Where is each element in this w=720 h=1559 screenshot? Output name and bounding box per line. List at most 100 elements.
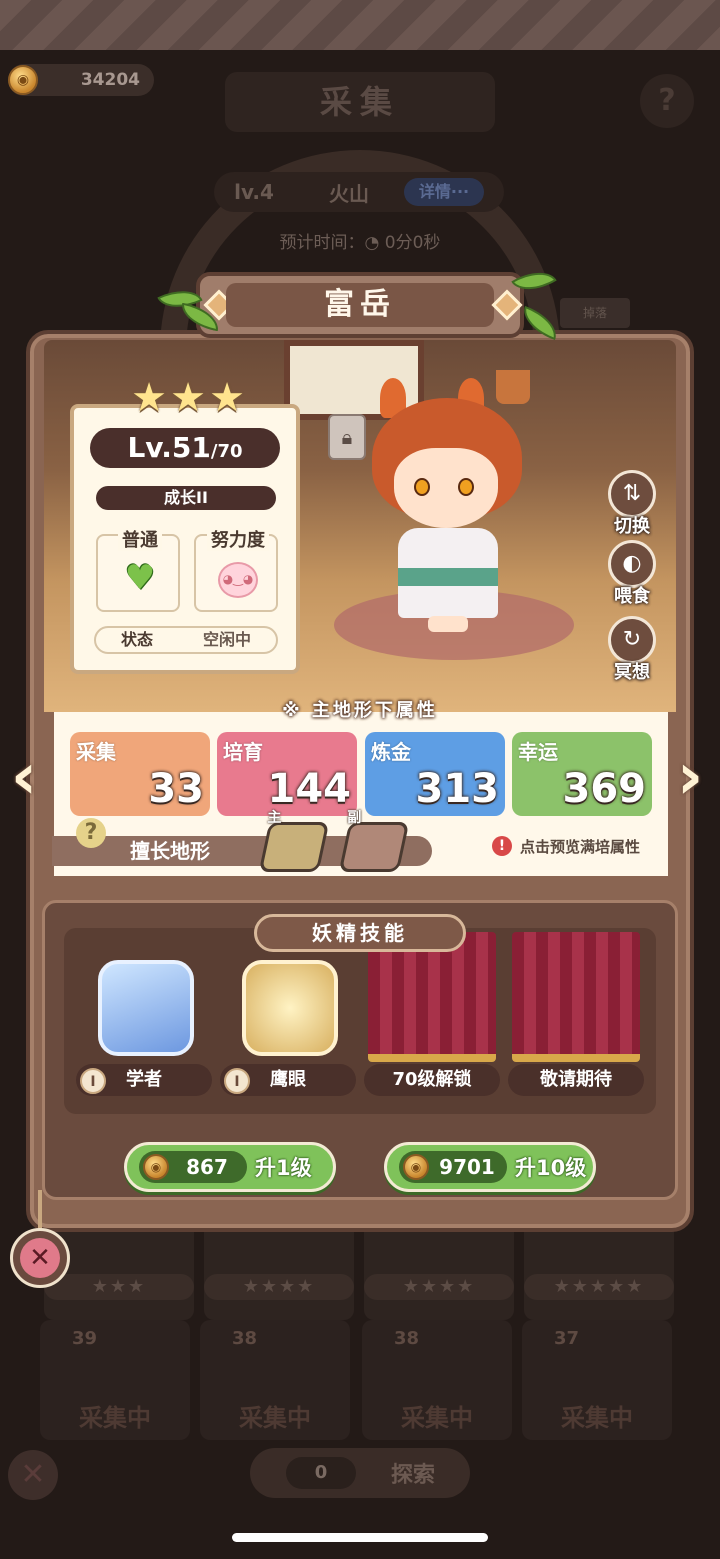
eta-text: 预计时间：◔ 0分0秒 (0, 228, 720, 253)
terrain-main-chip[interactable]: 主 (258, 810, 330, 872)
tile-status: 采集中 (239, 1404, 311, 1432)
tile-status: 采集中 (79, 1404, 151, 1432)
fairy-name-plate: 富岳 (196, 272, 524, 338)
mood-box[interactable]: 普通 ♥ (96, 530, 180, 612)
attr-name: 幸运 (518, 740, 558, 764)
star-rating: ★ ★ ★ (130, 378, 246, 422)
feed-label: 喂食 (614, 586, 650, 607)
growth-badge: 成长II (96, 486, 276, 510)
skill-coming-soon[interactable]: 敬请期待 (508, 960, 648, 1100)
upgrade-1-button[interactable]: ◉ 867 升1级 (124, 1142, 336, 1192)
bg-fairy-tile: 38 采集中 (362, 1320, 512, 1440)
swap-button[interactable]: ⇅ 切换 (604, 470, 660, 550)
bee-icon (242, 960, 338, 1056)
terrain-main-tag: 主 (267, 810, 282, 826)
bg-star-row: ★★★★ (204, 1274, 354, 1300)
eta-label: 预计时间： (279, 233, 365, 253)
upgrade-10-button[interactable]: ◉ 9701 升10级 (384, 1142, 596, 1192)
skill-hawkeye[interactable]: 鹰眼 I (220, 960, 360, 1100)
next-arrow-icon[interactable]: › (670, 742, 710, 816)
bg-fairy-tile: 39 采集中 (40, 1320, 190, 1440)
upgrade-cost: ◉ 867 (139, 1151, 247, 1183)
skill-locked-70[interactable]: 70级解锁 (364, 960, 504, 1100)
prev-arrow-icon[interactable]: ‹ (4, 742, 44, 816)
coin-icon: ◉ (143, 1154, 169, 1180)
bg-star-row: ★★★ (44, 1274, 194, 1300)
cost-value: 9701 (439, 1155, 495, 1179)
tile-status: 采集中 (401, 1404, 473, 1432)
area-level-bar: lv.4 火山 详情··· (214, 172, 504, 212)
coin-icon: ◉ (403, 1154, 429, 1180)
explore-count: 0 (286, 1457, 356, 1489)
attr-name: 炼金 (371, 740, 411, 764)
skill-level-badge: I (224, 1068, 250, 1094)
character-belt (398, 568, 498, 586)
feed-button[interactable]: ◐ 喂食 (604, 540, 660, 620)
help-button[interactable]: ? (640, 74, 694, 128)
terrain-sub-tag: 副 (347, 810, 362, 826)
clock-icon: ◔ (364, 233, 385, 253)
upgrade-label: 升1级 (255, 1156, 312, 1180)
fairy-level: Lv.51/70 (90, 428, 280, 468)
tile-status: 采集中 (561, 1404, 633, 1432)
attr-value: 33 (148, 766, 204, 812)
attr-value: 144 (267, 766, 352, 812)
tile-level: 37 (554, 1328, 580, 1349)
fairy-character[interactable] (358, 378, 558, 648)
effort-blob-icon: ◕‿◕ (218, 558, 258, 598)
attr-luck: 幸运 369 (512, 732, 652, 816)
effort-box[interactable]: 努力度 ◕‿◕ (194, 530, 278, 612)
star-icon: ★ (209, 375, 245, 421)
tile-level: 39 (72, 1328, 98, 1349)
skills-title: 妖精技能 (254, 914, 466, 952)
skill-scholar[interactable]: 学者 I (76, 960, 216, 1100)
swap-icon: ⇅ (608, 470, 656, 518)
skill-name: 70级解锁 (364, 1064, 500, 1096)
question-icon[interactable]: ? (76, 818, 106, 848)
diamond-icon (491, 289, 523, 321)
lock-button[interactable]: 🔒︎ (328, 414, 366, 460)
effort-label: 努力度 (196, 526, 280, 552)
terrain-sub-chip[interactable]: 副 (338, 810, 410, 872)
close-button[interactable]: ✕ (10, 1228, 70, 1288)
detail-button[interactable]: 详情··· (404, 178, 484, 206)
preview-tip[interactable]: ! 点击预览满培属性 (492, 834, 640, 858)
close-icon: ✕ (20, 1238, 60, 1278)
tile-level: 38 (232, 1328, 258, 1349)
swap-label: 切换 (614, 516, 650, 537)
home-indicator[interactable] (232, 1533, 488, 1542)
skill-level-badge: I (80, 1068, 106, 1094)
attr-name: 采集 (76, 740, 116, 764)
attr-gather: 采集 33 (70, 732, 210, 816)
character-face (394, 448, 498, 528)
meditate-label: 冥想 (614, 662, 650, 683)
meditate-button[interactable]: ↻ 冥想 (604, 616, 660, 696)
state-key: 状态 (120, 630, 153, 649)
star-icon: ★ (131, 375, 167, 421)
area-level: lv.4 (234, 180, 274, 204)
terrain-label: 擅长地形 (130, 839, 210, 863)
attr-alchemy: 炼金 313 (365, 732, 505, 816)
bg-close-icon: ✕ (8, 1450, 58, 1500)
upgrade-label: 升10级 (515, 1156, 587, 1180)
heart-icon: ♥ (124, 558, 156, 598)
character-legs (428, 616, 468, 632)
bg-star-row: ★★★★ (364, 1274, 514, 1300)
meditate-icon: ↻ (608, 616, 656, 664)
attr-value: 369 (562, 766, 647, 812)
currency-display: ◉ 34204 (8, 64, 154, 96)
character-eye (458, 478, 474, 496)
attr-nurture: 培育 144 (217, 732, 357, 816)
currency-value: 34204 (80, 70, 140, 90)
area-name: 火山 (329, 181, 369, 206)
attr-value: 313 (415, 766, 500, 812)
cost-value: 867 (186, 1155, 228, 1179)
bg-fairy-tile: 37 采集中 (522, 1320, 672, 1440)
top-pattern (0, 0, 720, 50)
level-current: Lv.51 (127, 431, 211, 464)
attribute-title: ※ 主地形下属性 (282, 700, 438, 721)
star-icon: ★ (170, 375, 206, 421)
drop-tag: 掉落 (560, 298, 630, 328)
bg-star-row: ★★★★★ (524, 1274, 674, 1300)
page-title: 采集 (225, 72, 495, 132)
